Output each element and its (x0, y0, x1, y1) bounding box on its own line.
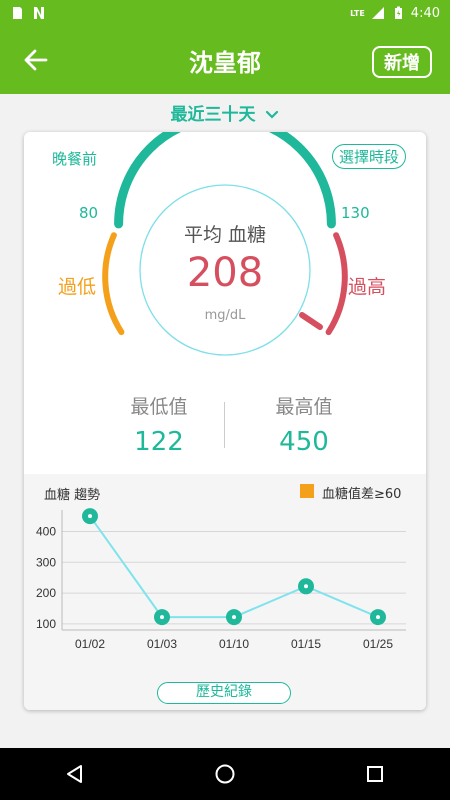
data-point-center (304, 584, 308, 589)
legend-label: 血糖值差≥60 (322, 487, 402, 502)
legend-swatch (300, 484, 314, 498)
trend-title: 血糖 趨勢 (44, 488, 101, 503)
arrow-left-icon (24, 49, 48, 71)
nav-recents-button[interactable] (345, 748, 405, 800)
nav-back-button[interactable] (45, 748, 105, 800)
period-selector[interactable]: 最近三十天 (0, 100, 450, 125)
x-tick-label: 01/15 (291, 637, 321, 651)
chevron-down-icon (266, 110, 279, 119)
min-value: 122 (134, 427, 184, 457)
status-bar: LTE 4:40 (0, 0, 450, 26)
max-label: 最高值 (275, 396, 333, 418)
sd-card-icon (13, 7, 22, 19)
nav-home-button[interactable] (195, 748, 255, 800)
clock: 4:40 (410, 5, 440, 21)
x-tick-label: 01/25 (363, 637, 393, 651)
back-button[interactable] (0, 26, 70, 94)
min-label: 最低值 (130, 396, 188, 418)
x-tick-label: 01/10 (219, 637, 249, 651)
data-point-center (376, 615, 380, 620)
x-tick-label: 01/02 (75, 637, 105, 651)
average-label: 平均 血糖 (183, 224, 267, 246)
battery-icon (394, 6, 402, 19)
n-notification-icon (34, 7, 44, 19)
period-label: 最近三十天 (170, 105, 256, 125)
data-point-center (88, 514, 92, 519)
circle-home-icon (215, 764, 235, 784)
triangle-back-icon (67, 765, 82, 783)
signal-icon (371, 7, 384, 19)
app-bar: 沈皇郁 新增 (0, 26, 450, 94)
y-tick-label: 400 (36, 525, 56, 539)
y-tick-label: 300 (36, 555, 56, 569)
max-value: 450 (279, 427, 329, 457)
y-tick-label: 100 (36, 617, 56, 631)
x-tick-label: 01/03 (147, 637, 177, 651)
history-button[interactable]: 歷史紀錄 (157, 682, 291, 704)
data-point-center (160, 615, 164, 620)
data-point-center (232, 615, 236, 620)
y-tick-label: 200 (36, 586, 56, 600)
glucose-gauge (102, 132, 348, 356)
navigation-bar (0, 748, 450, 800)
average-value: 208 (186, 250, 264, 296)
add-button[interactable]: 新增 (372, 46, 432, 78)
network-type: LTE (350, 8, 365, 18)
unit-label: mg/dL (204, 308, 246, 323)
glucose-summary-card: 晚餐前 選擇時段 80 130 過低 過高 平均 血糖 208 mg/dL 最低… (24, 132, 426, 710)
square-recents-icon (367, 766, 383, 782)
trend-chart: 100 200 300 400 01/02 01/03 01/10 01/15 01/25 (36, 508, 406, 651)
